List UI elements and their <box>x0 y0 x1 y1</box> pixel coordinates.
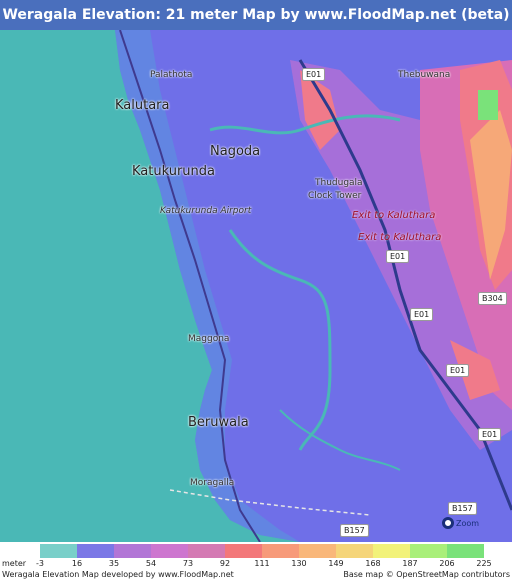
airport-label: Katukurunda Airport <box>160 206 252 216</box>
place-katukurunda: Katukurunda <box>132 164 216 179</box>
place-nagoda: Nagoda <box>210 144 261 159</box>
place-clock-tower: Clock Tower <box>308 191 362 201</box>
legend-tick: 225 <box>476 559 492 568</box>
legend-swatch <box>151 544 188 558</box>
road-shield-e01: E01 <box>446 364 470 377</box>
legend-swatch <box>373 544 410 558</box>
legend-tick: 149 <box>328 559 344 568</box>
zoom-label: Zoom <box>456 518 480 528</box>
map-canvas[interactable] <box>0 30 512 542</box>
legend-tick: 73 <box>182 559 194 568</box>
road-shield-e01: E01 <box>478 428 502 441</box>
map-title: Weragala Elevation: 21 meter Map by www.… <box>0 0 512 30</box>
place-palathota: Palathota <box>150 70 193 80</box>
legend-swatch <box>447 544 484 558</box>
footer: Weragala Elevation Map developed by www.… <box>0 570 512 582</box>
peak-green <box>478 90 498 120</box>
legend-tick: 168 <box>365 559 381 568</box>
road-shield-b304: B304 <box>478 292 507 305</box>
legend-swatch <box>225 544 262 558</box>
legend-tick: 187 <box>402 559 418 568</box>
road-shield-e01: E01 <box>386 250 410 263</box>
legend-tick: 92 <box>219 559 231 568</box>
place-thudugala: Thudugala <box>315 178 363 188</box>
exit-label-1: Exit to Kaluthara <box>352 210 436 221</box>
legend-swatch <box>410 544 447 558</box>
legend-swatch <box>262 544 299 558</box>
place-thebuwana: Thebuwana <box>398 70 451 80</box>
legend-tick: 54 <box>145 559 157 568</box>
road-shield-e01: E01 <box>302 68 326 81</box>
magnifier-icon[interactable] <box>442 517 454 529</box>
place-kalutara: Kalutara <box>115 98 170 113</box>
zoom-control[interactable]: Zoom <box>442 514 512 532</box>
legend-swatch <box>40 544 77 558</box>
legend-tick: -3 <box>36 559 44 568</box>
road-shield-e01: E01 <box>410 308 434 321</box>
place-maggona: Maggona <box>188 334 230 344</box>
legend-tick: 130 <box>291 559 307 568</box>
place-beruwala: Beruwala <box>188 415 249 430</box>
legend-tick: 111 <box>254 559 270 568</box>
legend-swatch <box>77 544 114 558</box>
footer-credit[interactable]: Weragala Elevation Map developed by www.… <box>2 570 234 579</box>
exit-label-2: Exit to Kaluthara <box>358 232 442 243</box>
legend-swatch <box>336 544 373 558</box>
legend-unit: meter <box>2 559 27 568</box>
legend-tick: 35 <box>108 559 120 568</box>
elevation-legend: meter -3 16 35 54 73 92 111 130 149 168 187 206 225 <box>0 542 512 570</box>
road-shield-b157: B157 <box>340 524 369 537</box>
footer-basemap[interactable]: Base map © OpenStreetMap contributors <box>343 570 510 579</box>
legend-tick: 16 <box>71 559 83 568</box>
legend-swatch <box>114 544 151 558</box>
legend-swatch <box>188 544 225 558</box>
elevation-map[interactable]: Palathota Kalutara Nagoda Katukurunda Th… <box>0 30 512 542</box>
legend-swatch <box>299 544 336 558</box>
legend-tick: 206 <box>439 559 455 568</box>
place-moragalla: Moragalla <box>190 478 235 488</box>
